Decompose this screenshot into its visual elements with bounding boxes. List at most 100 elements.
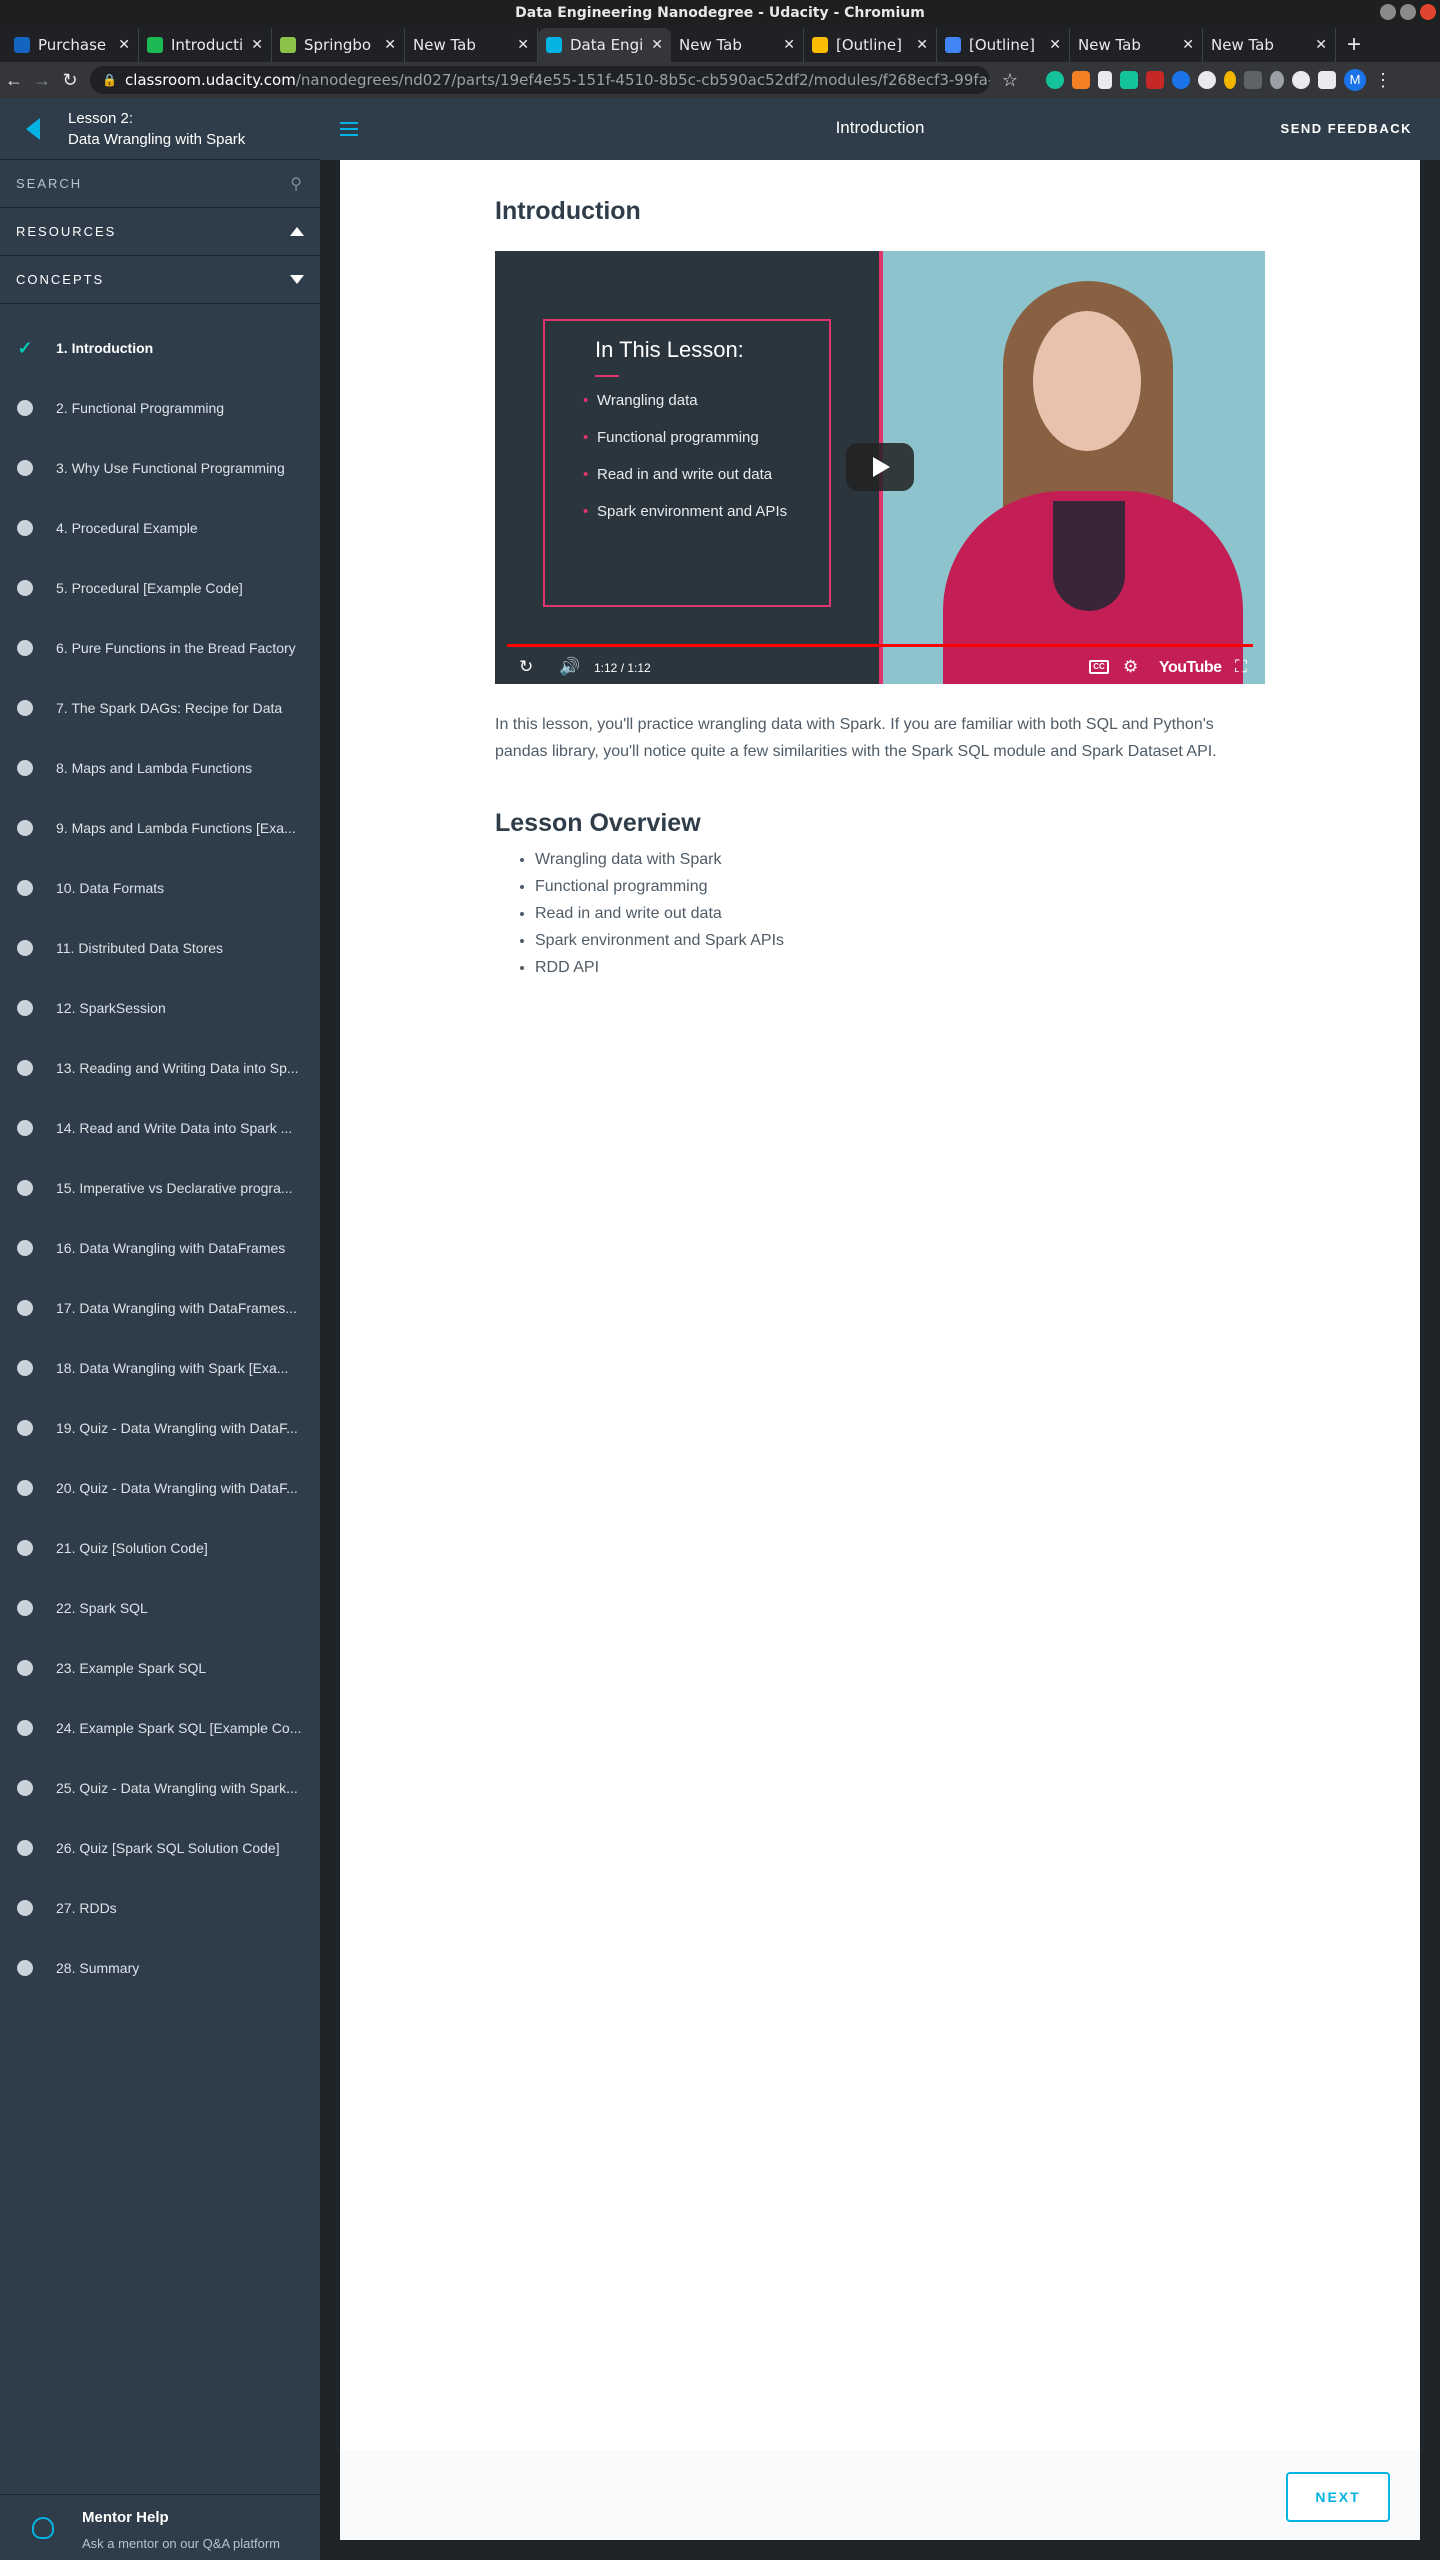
extension-icon[interactable] bbox=[1244, 71, 1262, 89]
concept-item[interactable]: 5. Procedural [Example Code] bbox=[0, 558, 320, 618]
concept-item[interactable]: 22. Spark SQL bbox=[0, 1578, 320, 1638]
extension-icon[interactable] bbox=[1224, 71, 1236, 89]
concept-item[interactable]: 24. Example Spark SQL [Example Co... bbox=[0, 1698, 320, 1758]
concept-item[interactable]: 15. Imperative vs Declarative progra... bbox=[0, 1158, 320, 1218]
youtube-logo[interactable]: YouTube bbox=[1159, 659, 1222, 677]
browser-tab[interactable]: Introducti ✕ bbox=[139, 28, 272, 62]
concept-item[interactable]: 14. Read and Write Data into Spark ... bbox=[0, 1098, 320, 1158]
concept-item[interactable]: 13. Reading and Writing Data into Sp... bbox=[0, 1038, 320, 1098]
history-extension-icon[interactable] bbox=[1270, 71, 1284, 89]
resources-section[interactable]: RESOURCES bbox=[0, 208, 320, 256]
tab-close-icon[interactable]: ✕ bbox=[1049, 37, 1061, 53]
concept-item[interactable]: 6. Pure Functions in the Bread Factory bbox=[0, 618, 320, 678]
address-bar[interactable]: 🔒 classroom.udacity.com/nanodegrees/nd02… bbox=[90, 66, 990, 94]
concept-label: 23. Example Spark SQL bbox=[56, 1660, 207, 1676]
concept-item[interactable]: 12. SparkSession bbox=[0, 978, 320, 1038]
browser-menu-icon[interactable]: ⋮ bbox=[1374, 70, 1392, 91]
concept-item[interactable]: 8. Maps and Lambda Functions bbox=[0, 738, 320, 798]
search-icon[interactable]: ⚲ bbox=[290, 174, 304, 194]
checkmark-icon: ✓ bbox=[17, 337, 33, 358]
extension-icon[interactable] bbox=[1072, 71, 1090, 89]
incomplete-dot-icon bbox=[17, 580, 33, 596]
browser-tab[interactable]: Data Engi ✕ bbox=[538, 28, 671, 62]
tab-close-icon[interactable]: ✕ bbox=[517, 37, 529, 53]
tab-title: New Tab bbox=[679, 36, 742, 54]
reload-icon[interactable]: ↻ bbox=[56, 70, 84, 91]
next-button[interactable]: NEXT bbox=[1286, 2472, 1390, 2522]
tab-close-icon[interactable]: ✕ bbox=[651, 37, 663, 53]
volume-icon[interactable]: 🔊 bbox=[559, 657, 580, 677]
tab-close-icon[interactable]: ✕ bbox=[1315, 37, 1327, 53]
grammarly-extension-icon[interactable] bbox=[1046, 71, 1064, 89]
concept-item[interactable]: 23. Example Spark SQL bbox=[0, 1638, 320, 1698]
concept-item[interactable]: 9. Maps and Lambda Functions [Exa... bbox=[0, 798, 320, 858]
concept-item[interactable]: 25. Quiz - Data Wrangling with Spark... bbox=[0, 1758, 320, 1818]
browser-tab[interactable]: Purchase ✕ bbox=[6, 28, 139, 62]
concepts-section[interactable]: CONCEPTS bbox=[0, 256, 320, 304]
puzzle-extensions-icon[interactable] bbox=[1318, 71, 1336, 89]
tab-close-icon[interactable]: ✕ bbox=[251, 37, 263, 53]
concept-item[interactable]: 20. Quiz - Data Wrangling with DataF... bbox=[0, 1458, 320, 1518]
concept-item[interactable]: 28. Summary bbox=[0, 1938, 320, 1998]
concept-item[interactable]: ✓ 1. Introduction bbox=[0, 318, 320, 378]
concept-item[interactable]: 4. Procedural Example bbox=[0, 498, 320, 558]
concept-label: 22. Spark SQL bbox=[56, 1600, 148, 1616]
concept-item[interactable]: 7. The Spark DAGs: Recipe for Data bbox=[0, 678, 320, 738]
concept-item[interactable]: 21. Quiz [Solution Code] bbox=[0, 1518, 320, 1578]
mentor-help[interactable]: Mentor Help Ask a mentor on our Q&A plat… bbox=[0, 2494, 320, 2560]
captions-icon[interactable]: CC bbox=[1089, 660, 1109, 674]
incomplete-dot-icon bbox=[17, 1960, 33, 1976]
caret-up-icon[interactable] bbox=[290, 227, 304, 236]
play-button-icon[interactable] bbox=[846, 443, 914, 491]
calendar-extension-icon[interactable] bbox=[1146, 71, 1164, 89]
browser-tab[interactable]: New Tab ✕ bbox=[1203, 28, 1336, 62]
browser-tab[interactable]: Springbo ✕ bbox=[272, 28, 405, 62]
cloud-extension-icon[interactable] bbox=[1198, 71, 1216, 89]
extension-icon[interactable] bbox=[1120, 71, 1138, 89]
concept-item[interactable]: 10. Data Formats bbox=[0, 858, 320, 918]
caret-down-icon[interactable] bbox=[290, 275, 304, 284]
bookmark-star-icon[interactable]: ☆ bbox=[996, 70, 1024, 91]
lesson-header[interactable]: Lesson 2: Data Wrangling with Spark bbox=[0, 98, 320, 160]
concept-item[interactable]: 11. Distributed Data Stores bbox=[0, 918, 320, 978]
concept-item[interactable]: 19. Quiz - Data Wrangling with DataF... bbox=[0, 1398, 320, 1458]
concept-item[interactable]: 26. Quiz [Spark SQL Solution Code] bbox=[0, 1818, 320, 1878]
minimize-button[interactable] bbox=[1380, 4, 1396, 20]
document-extension-icon[interactable] bbox=[1098, 71, 1112, 89]
back-triangle-icon[interactable] bbox=[26, 117, 40, 140]
concept-item[interactable]: 17. Data Wrangling with DataFrames... bbox=[0, 1278, 320, 1338]
concept-item[interactable]: 27. RDDs bbox=[0, 1878, 320, 1938]
tab-close-icon[interactable]: ✕ bbox=[1182, 37, 1194, 53]
browser-tab[interactable]: New Tab ✕ bbox=[405, 28, 538, 62]
profile-avatar[interactable]: M bbox=[1344, 69, 1366, 91]
settings-gear-icon[interactable]: ⚙ bbox=[1123, 657, 1138, 677]
concept-item[interactable]: 2. Functional Programming bbox=[0, 378, 320, 438]
tab-title: [Outline] bbox=[969, 36, 1035, 54]
browser-tab[interactable]: New Tab ✕ bbox=[671, 28, 804, 62]
tab-close-icon[interactable]: ✕ bbox=[783, 37, 795, 53]
browser-tab[interactable]: New Tab ✕ bbox=[1070, 28, 1203, 62]
fullscreen-icon[interactable]: ⛶ bbox=[1235, 657, 1247, 677]
close-window-button[interactable] bbox=[1420, 4, 1436, 20]
tab-close-icon[interactable]: ✕ bbox=[118, 37, 130, 53]
concept-item[interactable]: 16. Data Wrangling with DataFrames bbox=[0, 1218, 320, 1278]
back-arrow-icon[interactable]: ← bbox=[0, 70, 28, 91]
video-progress-bar[interactable] bbox=[507, 644, 1253, 647]
tab-close-icon[interactable]: ✕ bbox=[384, 37, 396, 53]
concept-label: 8. Maps and Lambda Functions bbox=[56, 760, 253, 776]
cloud-extension-icon[interactable] bbox=[1292, 71, 1310, 89]
extension-icon[interactable] bbox=[1172, 71, 1190, 89]
tab-close-icon[interactable]: ✕ bbox=[916, 37, 928, 53]
browser-tab[interactable]: [Outline] ✕ bbox=[804, 28, 937, 62]
send-feedback-button[interactable]: SEND FEEDBACK bbox=[1281, 121, 1412, 136]
maximize-button[interactable] bbox=[1400, 4, 1416, 20]
browser-tab[interactable]: [Outline] ✕ bbox=[937, 28, 1070, 62]
tab-title: New Tab bbox=[413, 36, 476, 54]
sidebar-search[interactable]: SEARCH ⚲ bbox=[0, 160, 320, 208]
replay-icon[interactable]: ↻ bbox=[519, 657, 533, 677]
concept-item[interactable]: 3. Why Use Functional Programming bbox=[0, 438, 320, 498]
new-tab-plus-icon[interactable]: + bbox=[1336, 28, 1372, 62]
concept-item[interactable]: 18. Data Wrangling with Spark [Exa... bbox=[0, 1338, 320, 1398]
forward-arrow-icon[interactable]: → bbox=[28, 70, 56, 91]
video-player[interactable]: In This Lesson: Wrangling data Functional… bbox=[495, 251, 1265, 684]
